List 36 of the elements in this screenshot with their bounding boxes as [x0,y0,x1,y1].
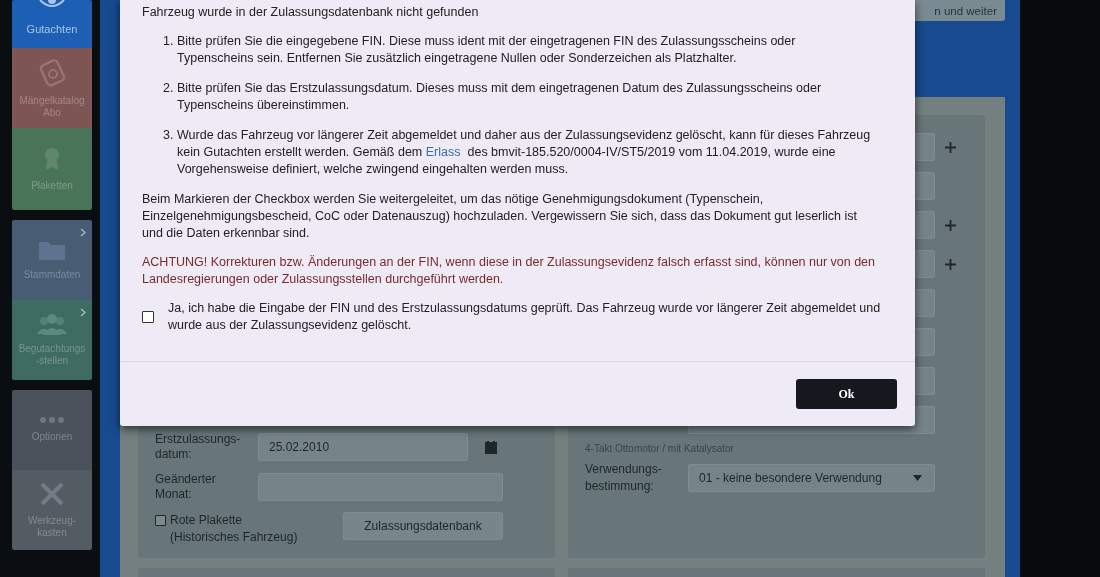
dots-icon [40,417,64,423]
people-icon [35,313,69,335]
rosette-icon [42,146,62,172]
select-field[interactable]: 01 - keine besondere Verwendung [688,464,935,492]
folder-icon [38,239,66,261]
input-field[interactable]: 25.02.2010 [258,433,468,461]
ok-button[interactable]: Ok [796,379,897,409]
checkbox-label: Rote Plakette (Historisches Fahrzeug) [170,512,299,546]
checkbox-label: Ja, ich habe die Eingabe der FIN und des Erstzulassungsdatums geprüft. Das Fahrzeug wurde vor längerer Zeit abgemeldet und wurde aus der Zulassungsevidenz gelöscht. [168,300,881,334]
field-label: Geänderter Monat: [155,472,217,502]
sidebar-item[interactable]: Gutachten [12,0,92,48]
step-number: 2. [163,80,175,97]
chevron-icon [80,228,86,237]
tools-icon [39,481,65,507]
info-text: Beim Markieren der Checkbox werden Sie weitergeleitet, um das nötige Genehmigungsdokument (Typenschein, Einzelgenehmigungsbescheid, CoC oder Datenauszug) hochzuladen. Vergewissern Sie sich, dass das Dokument gut leserlich ist und die Daten erkennbar sind. [142,191,858,242]
eye-icon [39,0,65,9]
tag-icon [37,57,67,87]
chevron-icon [80,308,86,317]
step-text: Bitte prüfen Sie das Erstzulassungsdatum. Dieses muss mit dem eingetragenen Datum des Zulassungsscheins oder Typenscheins übereinstimmen. [177,80,823,114]
field-label: Erstzulassungs-datum: [155,432,242,462]
checkbox[interactable] [142,311,154,323]
checkbox[interactable] [155,515,166,526]
caret-icon [913,475,922,481]
plus-icon[interactable] [944,258,956,270]
plus-icon[interactable] [944,219,956,231]
plus-icon[interactable] [944,141,956,153]
step-number: 1. [163,33,175,50]
step-text: Bitte prüfen Sie die eingegebene FIN. Diese muss ident mit der eingetragenen FIN des Zulassungsscheins oder Typenscheins sein. Entfernen Sie zusätzlich eingetragene Nullen oder Sonderzeichen als Platzhalter. [177,33,797,67]
dialog-heading: Fahrzeug wurde in der Zulassungsdatenbank nicht gefunden [142,4,480,21]
decree-link[interactable]: Erlass [425,145,461,159]
warning-text: ACHTUNG! Korrekturen bzw. Änderungen an der FIN, wenn diese in der Zulassungsevidenz falsch erfasst sind, können nur von den Landesregierungen oder Zulassungsstellen durchgeführt werden. [142,254,877,288]
field-label: Verwendungs-bestimmung: [585,462,662,493]
database-button[interactable]: Zulassungsdatenbank [343,512,503,540]
step-text: Wurde das Fahrzeug vor längerer Zeit abgemeldet und daher aus der Zulassungsevidenz gelöscht, kann für dieses Fahrzeug kein Gutachten erstellt werden. Gemäß dem Erlass des bmvit-185.520/0004-IV/ST5/2019 vom 11.04.2019, wurde eine Vorgehensweise definiert, welche zwingend eingehalten werden muss. [177,127,872,178]
step-number: 3. [163,127,175,144]
calendar-icon[interactable] [485,440,497,454]
